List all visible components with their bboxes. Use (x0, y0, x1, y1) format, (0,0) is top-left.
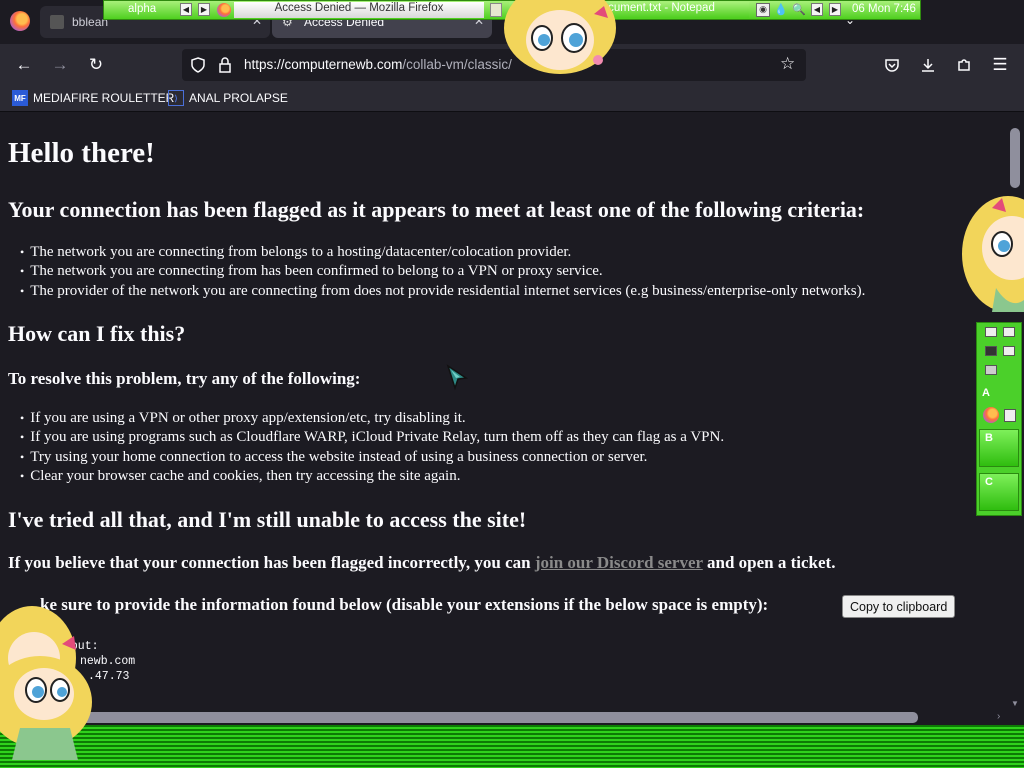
discord-text-end: and open a ticket. (702, 553, 836, 572)
list-item: The provider of the network you are conn… (30, 282, 865, 301)
dock-app-icon[interactable] (985, 346, 997, 356)
forward-button[interactable]: → (47, 52, 73, 78)
extensions-icon[interactable] (951, 52, 977, 78)
mascot-sticker-right (962, 196, 1024, 312)
tray-search-icon[interactable]: 🔍 (792, 3, 808, 17)
bookmark-label: MEDIAFIRE ROULETTER (33, 91, 175, 105)
discord-text: If you believe that your connection has … (8, 553, 535, 572)
provide-info-text: ke sure to provide the information found… (40, 595, 769, 614)
next-workspace-icon[interactable]: ▶ (198, 3, 210, 16)
list-item: If you are using programs such as Cloudf… (30, 428, 724, 447)
list-item: The network you are connecting from has … (30, 262, 865, 281)
dock-label-c: C (985, 476, 993, 488)
dock-app-icon[interactable] (985, 365, 997, 375)
fix-heading: How can I fix this? (8, 321, 186, 346)
bookmark-mediafire[interactable]: MF MEDIAFIRE ROULETTER (12, 90, 174, 106)
dock-firefox-icon[interactable] (983, 407, 999, 423)
scroll-right-icon[interactable]: › (997, 711, 1000, 722)
url-path: /collab-vm/classic/ (402, 57, 512, 72)
fixes-list: If you are using a VPN or other proxy ap… (30, 409, 724, 486)
bookmark-anal-prolapse[interactable]: ⟩ ANAL PROLAPSE (168, 90, 288, 106)
back-button[interactable]: ← (11, 52, 37, 78)
dock-group-b[interactable]: B (979, 429, 1019, 467)
pocket-icon[interactable] (879, 52, 905, 78)
dock-app-icon[interactable] (985, 327, 997, 337)
reload-button[interactable]: ↻ (83, 52, 109, 78)
clock: 06 Mon 7:46 (852, 3, 916, 15)
bookmark-icon: ⟩ (168, 90, 184, 106)
list-item: If you are using a VPN or other proxy ap… (30, 409, 724, 428)
criteria-list: The network you are connecting from belo… (30, 243, 865, 301)
bookmark-star-icon[interactable]: ☆ (780, 54, 795, 74)
lock-icon[interactable] (218, 57, 232, 73)
copy-to-clipboard-button[interactable]: Copy to clipboard (842, 595, 956, 618)
tried-heading: I've tried all that, and I'm still unabl… (8, 507, 527, 532)
mediafire-icon: MF (12, 90, 28, 106)
url-bar[interactable]: https://computernewb.com/collab-vm/class… (182, 49, 806, 81)
menu-icon[interactable]: ☰ (987, 52, 1013, 78)
mascot-sticker-top (504, 0, 616, 74)
tray-next-icon[interactable]: ▶ (829, 3, 841, 16)
bookmark-label: ANAL PROLAPSE (189, 91, 288, 105)
workspace-label[interactable]: alpha (128, 3, 156, 15)
list-item: The network you are connecting from belo… (30, 243, 865, 262)
resolve-heading: To resolve this problem, try any of the … (8, 369, 361, 388)
discord-paragraph: If you believe that your connection has … (8, 553, 835, 573)
firefox-logo-icon[interactable] (10, 11, 30, 31)
tray-prev-icon[interactable]: ◀ (811, 3, 823, 16)
bottom-desktop-bar (0, 725, 1024, 768)
list-item: Try using your home connection to access… (30, 448, 724, 467)
dock-label-b: B (985, 432, 993, 444)
shield-icon[interactable] (190, 57, 206, 73)
discord-link[interactable]: join our Discord server (535, 553, 703, 572)
dock-label-a: A (982, 387, 990, 399)
dock-app-icon[interactable] (1003, 346, 1015, 356)
mascot-sticker-left (0, 606, 92, 760)
side-dock: A B C (976, 322, 1022, 516)
scroll-down-icon[interactable]: ▼ (1011, 699, 1019, 708)
dock-app-icon[interactable] (1003, 327, 1015, 337)
desktop: { "browser": { "tabs": [ {"label": "bble… (0, 0, 1024, 768)
url-text[interactable]: https://computernewb.com/collab-vm/class… (244, 57, 512, 72)
downloads-icon[interactable] (915, 52, 941, 78)
bookmarks-toolbar: MF MEDIAFIRE ROULETTER ⟩ ANAL PROLAPSE (0, 86, 1024, 112)
list-item: Clear your browser cache and cookies, th… (30, 467, 724, 486)
firefox-task-icon (217, 3, 231, 17)
prev-workspace-icon[interactable]: ◀ (180, 3, 192, 16)
dock-notepad-icon[interactable] (1004, 409, 1016, 422)
dock-group-c[interactable]: C (979, 473, 1019, 511)
tray-app-icon[interactable]: ◉ (756, 3, 770, 17)
page-title: Hello there! (8, 137, 155, 169)
scrollbar-thumb[interactable] (6, 712, 918, 723)
page-content: Hello there! Your connection has been fl… (0, 113, 1008, 710)
scrollbar-thumb[interactable] (1010, 128, 1020, 188)
task-firefox[interactable]: Access Denied — Mozilla Firefox (234, 2, 484, 18)
tab-favicon-icon (50, 15, 64, 29)
url-host: https://computernewb.com (244, 57, 403, 72)
mouse-cursor-icon (446, 364, 469, 391)
flagged-heading: Your connection has been flagged as it a… (8, 197, 865, 222)
tray-drop-icon[interactable]: 💧 (774, 3, 788, 17)
horizontal-scrollbar[interactable]: › (0, 710, 1024, 725)
